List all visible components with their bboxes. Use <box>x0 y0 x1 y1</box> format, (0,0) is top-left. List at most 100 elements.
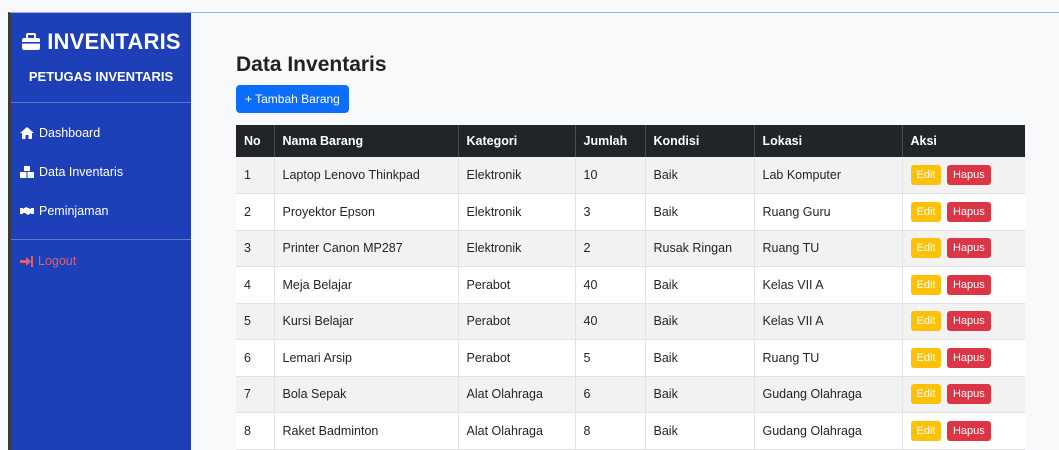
cell-no: 5 <box>236 303 275 340</box>
cell-kategori: Alat Olahraga <box>458 376 576 413</box>
cell-no: 1 <box>236 157 275 194</box>
delete-button[interactable]: Hapus <box>946 165 991 185</box>
cell-nama-barang: Bola Sepak <box>274 376 459 413</box>
cell-kondisi: Rusak Ringan <box>645 230 755 267</box>
sidebar-nav: Dashboard Data Inventaris Peminjaman <box>11 103 191 240</box>
table-row: 2 Proyektor Epson Elektronik 3 Baik Ruan… <box>236 193 1025 231</box>
cell-aksi: Edit Hapus <box>902 230 1025 267</box>
edit-button[interactable]: Edit <box>910 238 942 259</box>
app-title-text: INVENTARIS <box>47 29 181 54</box>
handshake-icon <box>20 206 34 216</box>
table-row: 6 Lemari Arsip Perabot 5 Baik Ruang TU E… <box>236 339 1025 377</box>
cell-nama-barang: Lemari Arsip <box>274 339 459 376</box>
cell-no: 6 <box>236 339 275 376</box>
cell-no: 4 <box>236 266 275 303</box>
cell-aksi: Edit Hapus <box>902 194 1025 231</box>
delete-button[interactable]: Hapus <box>946 274 991 295</box>
cell-kondisi: Baik <box>645 157 755 194</box>
sidebar-item-peminjaman[interactable]: Peminjaman <box>11 191 191 230</box>
cell-kategori: Elektronik <box>458 193 576 230</box>
edit-button[interactable]: Edit <box>910 311 942 332</box>
cell-jumlah: 3 <box>575 193 646 230</box>
add-item-button[interactable]: + Tambah Barang <box>236 85 349 113</box>
cell-nama-barang: Printer Canon MP287 <box>274 230 459 267</box>
edit-button[interactable]: Edit <box>910 274 942 295</box>
cell-aksi: Edit Hapus <box>902 157 1025 194</box>
boxes-icon <box>20 165 34 178</box>
cell-aksi: Edit Hapus <box>902 267 1025 304</box>
cell-aksi: Edit Hapus <box>902 303 1025 340</box>
cell-kategori: Elektronik <box>458 157 576 194</box>
delete-button[interactable]: Hapus <box>946 384 991 405</box>
cell-lokasi: Ruang TU <box>754 339 903 376</box>
cell-no: 2 <box>236 193 275 230</box>
cell-lokasi: Ruang Guru <box>754 193 903 230</box>
cell-kondisi: Baik <box>645 266 755 303</box>
delete-button[interactable]: Hapus <box>946 420 991 441</box>
sidebar-item-label: Data Inventaris <box>39 164 124 179</box>
cell-nama-barang: Raket Badminton <box>274 412 459 449</box>
home-icon <box>20 126 34 139</box>
table-row: 3 Printer Canon MP287 Elektronik 2 Rusak… <box>236 230 1025 267</box>
sidebar-item-dashboard[interactable]: Dashboard <box>11 113 191 152</box>
delete-button[interactable]: Hapus <box>946 311 991 332</box>
cell-lokasi: Ruang TU <box>754 230 903 267</box>
cell-kondisi: Baik <box>645 412 755 449</box>
edit-button[interactable]: Edit <box>910 384 942 405</box>
cell-no: 7 <box>236 376 275 413</box>
cell-lokasi: Kelas VII A <box>754 303 903 340</box>
sidebar-item-label: Peminjaman <box>39 203 109 218</box>
logout-label: Logout <box>38 254 77 268</box>
table-row: 7 Bola Sepak Alat Olahraga 6 Baik Gudang… <box>236 376 1025 413</box>
cell-aksi: Edit Hapus <box>902 340 1025 377</box>
cell-jumlah: 40 <box>575 303 646 340</box>
cell-jumlah: 8 <box>575 412 646 449</box>
sidebar-item-data-inventaris[interactable]: Data Inventaris <box>11 152 191 191</box>
cell-lokasi: Gudang Olahraga <box>754 412 903 449</box>
app-window: INVENTARIS PETUGAS INVENTARIS Dashboard … <box>8 12 1059 450</box>
table-row: 1 Laptop Lenovo Thinkpad Elektronik 10 B… <box>236 157 1025 194</box>
cell-kategori: Alat Olahraga <box>458 412 576 449</box>
col-kategori: Kategori <box>458 125 576 157</box>
cell-lokasi: Kelas VII A <box>754 266 903 303</box>
sidebar: INVENTARIS PETUGAS INVENTARIS Dashboard … <box>11 13 191 450</box>
cell-kategori: Perabot <box>458 339 576 376</box>
edit-button[interactable]: Edit <box>910 201 942 222</box>
edit-button[interactable]: Edit <box>910 347 942 368</box>
cell-nama-barang: Meja Belajar <box>274 266 459 303</box>
edit-button[interactable]: Edit <box>910 165 942 185</box>
inventory-table: No Nama Barang Kategori Jumlah Kondisi L… <box>236 125 1025 450</box>
sidebar-item-label: Dashboard <box>39 125 101 140</box>
delete-button[interactable]: Hapus <box>946 238 991 259</box>
table-row: 5 Kursi Belajar Perabot 40 Baik Kelas VI… <box>236 303 1025 340</box>
cell-lokasi: Lab Komputer <box>754 157 903 194</box>
col-aksi: Aksi <box>910 134 937 148</box>
cell-kondisi: Baik <box>645 193 755 230</box>
sign-out-icon <box>20 255 33 267</box>
logout-link[interactable]: Logout <box>11 254 191 268</box>
page-title: Data Inventaris <box>236 53 387 76</box>
cell-kategori: Perabot <box>458 266 576 303</box>
cell-aksi: Edit Hapus <box>902 413 1025 450</box>
delete-button[interactable]: Hapus <box>946 347 991 368</box>
col-kondisi: Kondisi <box>645 125 755 157</box>
col-lokasi: Lokasi <box>754 125 903 157</box>
delete-button[interactable]: Hapus <box>946 201 991 222</box>
table-header-row: No Nama Barang Kategori Jumlah Kondisi L… <box>236 125 1025 157</box>
cell-kondisi: Baik <box>645 376 755 413</box>
toolbox-icon <box>21 33 41 51</box>
cell-lokasi: Gudang Olahraga <box>754 376 903 413</box>
cell-aksi: Edit Hapus <box>902 376 1025 413</box>
cell-kategori: Elektronik <box>458 230 576 267</box>
cell-nama-barang: Laptop Lenovo Thinkpad <box>274 157 459 194</box>
cell-jumlah: 2 <box>575 230 646 267</box>
cell-kategori: Perabot <box>458 303 576 340</box>
cell-no: 8 <box>236 412 275 449</box>
cell-jumlah: 10 <box>575 157 646 194</box>
cell-kondisi: Baik <box>645 339 755 376</box>
cell-no: 3 <box>236 230 275 267</box>
main-content: Data Inventaris + Tambah Barang No Nama … <box>191 13 1059 450</box>
col-jumlah: Jumlah <box>575 125 646 157</box>
cell-nama-barang: Proyektor Epson <box>274 193 459 230</box>
edit-button[interactable]: Edit <box>910 420 942 441</box>
